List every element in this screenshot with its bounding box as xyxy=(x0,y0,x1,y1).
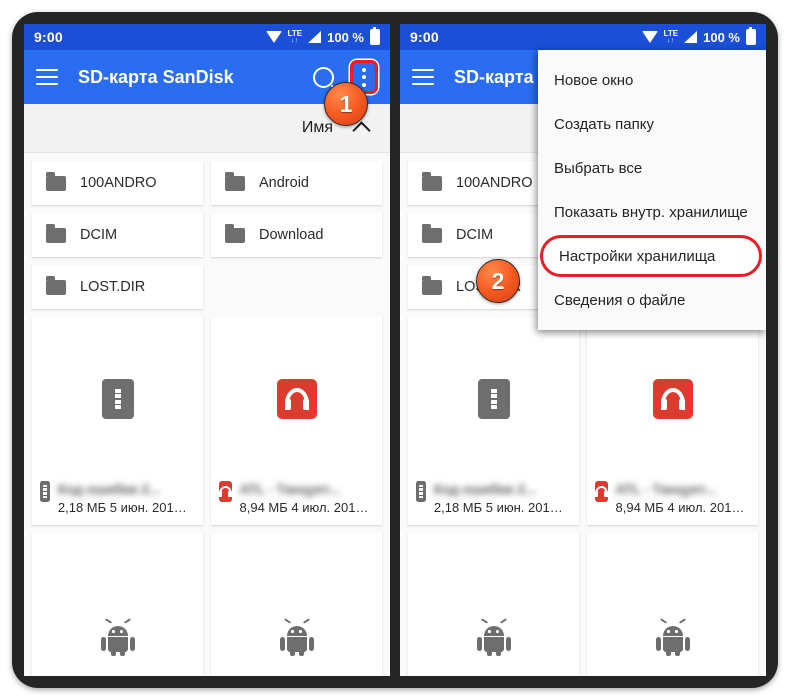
android-icon xyxy=(655,618,690,656)
archive-icon xyxy=(40,481,50,502)
list-item[interactable] xyxy=(211,533,382,676)
folder-icon xyxy=(46,172,66,191)
archive-icon xyxy=(416,481,426,502)
list-item[interactable]: ATL - Танцует... 8,94 МБ 4 июл. 201… xyxy=(587,317,758,525)
battery-percent: 100 % xyxy=(703,29,740,45)
status-indicators: LTE ↓↑ 100 % xyxy=(265,27,380,45)
wifi-icon xyxy=(641,31,658,43)
folder-name: Android xyxy=(259,175,309,191)
wifi-icon xyxy=(265,31,282,43)
step-badge-2: 2 xyxy=(476,259,520,303)
grid-spacer xyxy=(211,265,382,309)
list-item[interactable] xyxy=(408,533,579,676)
right-phone-panel: 9:00 LTE ↓↑ 100 % SD-карта SanDisk 100AN… xyxy=(400,24,766,676)
folder-name: DCIM xyxy=(80,227,118,243)
android-icon xyxy=(279,618,314,656)
search-icon[interactable] xyxy=(313,66,334,88)
folder-icon xyxy=(46,224,66,243)
lte-icon: LTE ↓↑ xyxy=(663,29,679,45)
file-grid: 100ANDRO Android DCIM Download xyxy=(32,161,382,676)
page-title: SD-карта SanDisk xyxy=(78,66,234,87)
file-meta: ATL - Танцует... 8,94 МБ 4 июл. 201… xyxy=(587,481,758,525)
left-phone-panel: 9:00 LTE ↓↑ 100 % SD-карта SanDisk Имя 1… xyxy=(24,24,390,676)
file-details: 2,18 МБ 5 июн. 201… xyxy=(433,500,563,515)
file-name: ATL - Танцует... xyxy=(239,482,340,497)
list-item[interactable]: Download xyxy=(211,213,382,257)
device-frame: 9:00 LTE ↓↑ 100 % SD-карта SanDisk Имя 1… xyxy=(12,12,778,688)
overflow-dropdown-menu: Новое окно Создать папку Выбрать все Пок… xyxy=(538,50,766,330)
file-thumbnail xyxy=(408,317,579,481)
folder-name: DCIM xyxy=(456,227,494,243)
folder-name: Download xyxy=(259,227,324,243)
file-meta: Код ошибки 2... 2,18 МБ 5 июн. 201… xyxy=(32,481,203,525)
panels-container: 9:00 LTE ↓↑ 100 % SD-карта SanDisk Имя 1… xyxy=(24,24,766,676)
folder-name: 100ANDRO xyxy=(456,175,533,191)
list-item[interactable] xyxy=(32,533,203,676)
file-details: 8,94 МБ 4 июл. 201… xyxy=(239,500,369,515)
folder-icon xyxy=(422,224,442,243)
file-thumbnail xyxy=(211,317,382,481)
audio-icon xyxy=(652,379,693,419)
status-bar-right: 9:00 LTE ↓↑ 100 % xyxy=(400,24,766,50)
file-thumbnail xyxy=(587,533,758,676)
folder-icon xyxy=(422,276,442,295)
list-item[interactable]: LOST.DIR xyxy=(32,265,203,309)
status-time: 9:00 xyxy=(34,29,63,45)
sort-label: Имя xyxy=(301,119,333,136)
battery-icon xyxy=(370,27,380,45)
menu-item-file-info[interactable]: Сведения о файле xyxy=(538,278,766,322)
file-details: 8,94 МБ 4 июл. 201… xyxy=(615,500,745,515)
android-icon xyxy=(100,618,135,656)
audio-icon xyxy=(595,481,608,502)
menu-item-new-window[interactable]: Новое окно xyxy=(538,58,766,102)
step-badge-1: 1 xyxy=(324,82,368,126)
folder-name: LOST.DIR xyxy=(80,279,146,295)
folder-name: 100ANDRO xyxy=(80,175,157,191)
file-meta: ATL - Танцует... 8,94 МБ 4 июл. 201… xyxy=(211,481,382,525)
folder-icon xyxy=(422,172,442,191)
status-indicators: LTE ↓↑ 100 % xyxy=(641,27,756,45)
file-name: ATL - Танцует... xyxy=(615,482,716,497)
folder-icon xyxy=(225,224,245,243)
file-thumbnail xyxy=(408,533,579,676)
file-name: Код ошибки 2... xyxy=(433,482,537,497)
list-item[interactable]: Android xyxy=(211,161,382,205)
folder-icon xyxy=(225,172,245,191)
hamburger-icon[interactable] xyxy=(36,69,58,85)
folder-icon xyxy=(46,276,66,295)
menu-item-select-all[interactable]: Выбрать все xyxy=(538,146,766,190)
menu-item-show-internal-storage[interactable]: Показать внутр. хранилище xyxy=(538,190,766,234)
lte-icon: LTE ↓↑ xyxy=(287,29,303,45)
status-time: 9:00 xyxy=(410,29,439,45)
archive-icon xyxy=(101,379,134,419)
list-item[interactable]: ATL - Танцует... 8,94 МБ 4 июл. 201… xyxy=(211,317,382,525)
file-details: 2,18 МБ 5 июн. 201… xyxy=(57,500,187,515)
file-meta: Код ошибки 2... 2,18 МБ 5 июн. 201… xyxy=(408,481,579,525)
file-thumbnail xyxy=(32,317,203,481)
list-item[interactable]: Код ошибки 2... 2,18 МБ 5 июн. 201… xyxy=(408,317,579,525)
file-thumbnail xyxy=(32,533,203,676)
battery-percent: 100 % xyxy=(327,29,364,45)
file-list-left: 100ANDRO Android DCIM Download LOST.DIR … xyxy=(24,153,390,676)
list-item[interactable] xyxy=(587,533,758,676)
menu-item-create-folder[interactable]: Создать папку xyxy=(538,102,766,146)
menu-item-storage-settings[interactable]: Настройки хранилища xyxy=(540,235,762,277)
hamburger-icon[interactable] xyxy=(412,69,434,85)
file-name: Код ошибки 2... xyxy=(57,482,161,497)
file-thumbnail xyxy=(587,317,758,481)
archive-icon xyxy=(477,379,510,419)
battery-icon xyxy=(746,27,756,45)
signal-icon xyxy=(684,31,698,43)
file-thumbnail xyxy=(211,533,382,676)
list-item[interactable]: 100ANDRO xyxy=(32,161,203,205)
signal-icon xyxy=(308,31,322,43)
android-icon xyxy=(476,618,511,656)
status-bar-left: 9:00 LTE ↓↑ 100 % xyxy=(24,24,390,50)
audio-icon xyxy=(276,379,317,419)
list-item[interactable]: DCIM xyxy=(32,213,203,257)
list-item[interactable]: Код ошибки 2... 2,18 МБ 5 июн. 201… xyxy=(32,317,203,525)
audio-icon xyxy=(219,481,232,502)
